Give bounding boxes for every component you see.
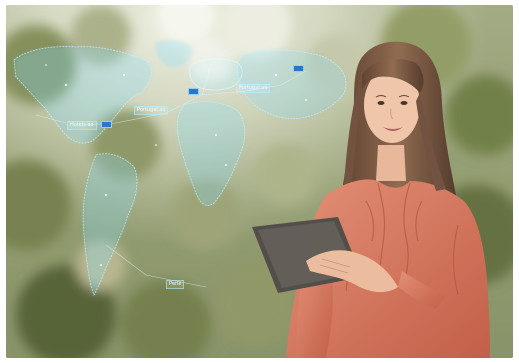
map-tag-portugal-1: Portugal ao [134,106,169,115]
map-marker-chip [188,88,199,95]
stock-photo: Hotels ao Portugal ao Portugal ao Perle [6,5,513,358]
map-marker-chip [293,65,304,72]
map-tag-portugal-2: Portugal ao [236,84,271,93]
map-marker-chip [101,121,112,128]
photo-scene [6,5,513,358]
map-tag-hotels: Hotels ao [67,121,97,130]
map-tag-perle: Perle [166,280,185,289]
